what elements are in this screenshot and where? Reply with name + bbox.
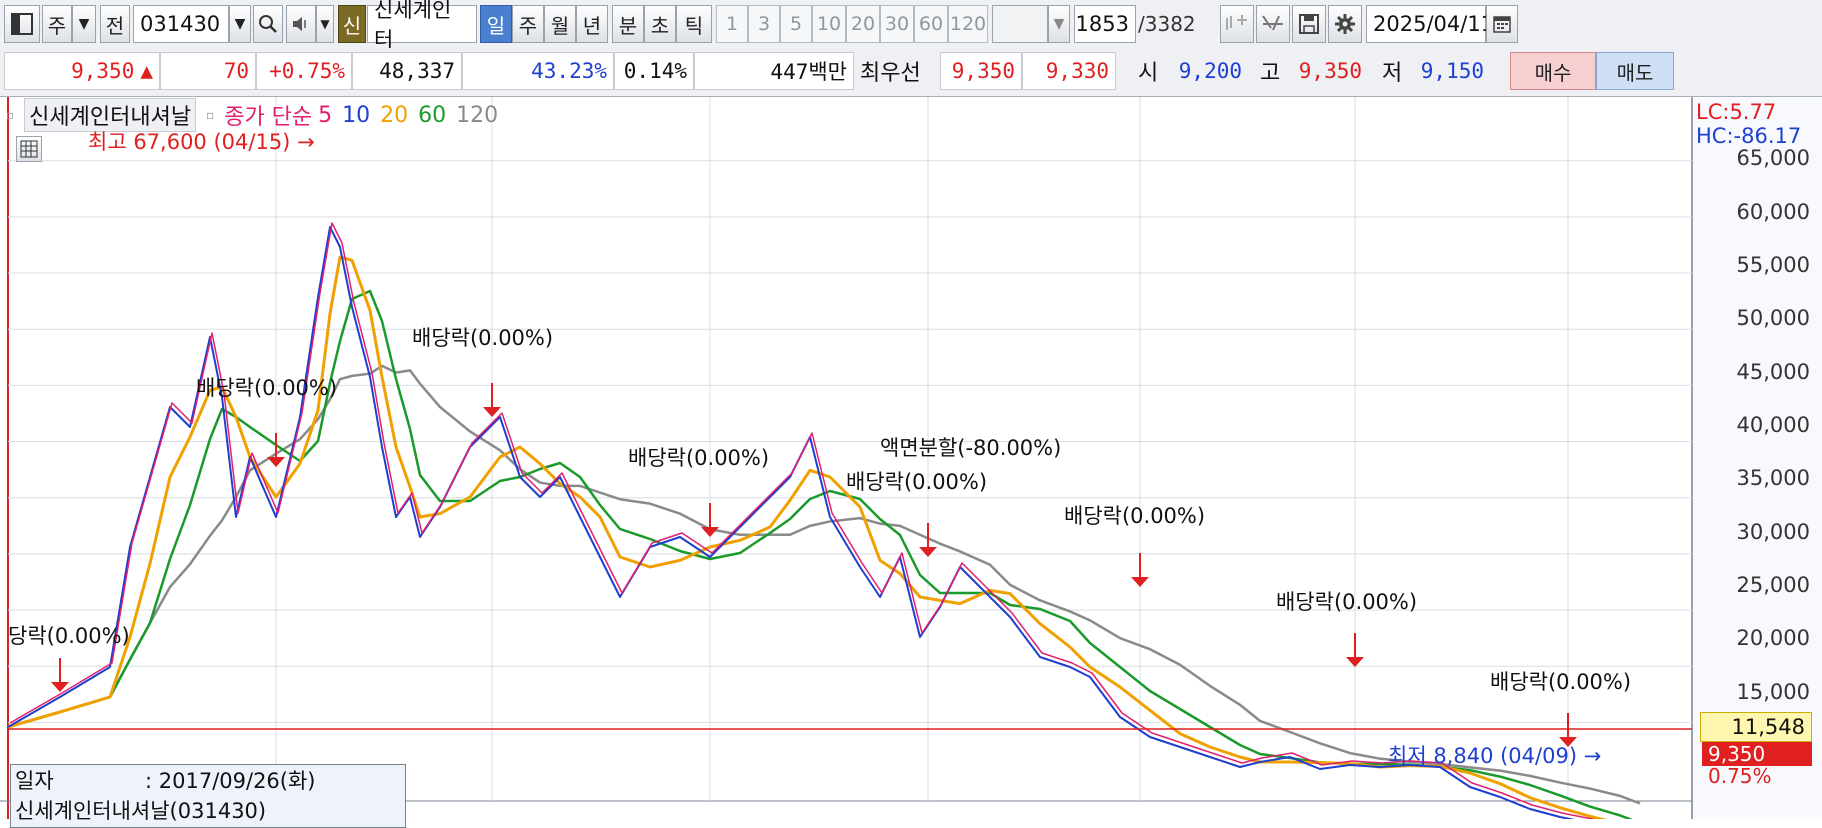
legend-box-icon: ▫ xyxy=(6,108,15,122)
y-tick-label: 40,000 xyxy=(1736,413,1810,437)
gear-icon[interactable] xyxy=(1328,5,1362,43)
period-minute-tab[interactable]: 분 xyxy=(612,5,644,43)
sell-button[interactable]: 매도 xyxy=(1596,52,1674,90)
zoom-in-icon[interactable] xyxy=(1220,5,1254,43)
info-date-value: : 2017/09/26(화) xyxy=(145,769,316,793)
turnover-rate: 0.14% xyxy=(614,52,694,90)
window-layout-icon[interactable] xyxy=(4,5,40,43)
shin-badge[interactable]: 신 xyxy=(338,5,366,43)
toolbar: 주 ▼ 전 031430 ▼ ▼ 신 신세계인터 일 주 월 년 분 초 틱 1… xyxy=(0,0,1822,52)
event-label: 배당락(0.00%) xyxy=(412,326,554,350)
event-label: 배당락(0.00%) xyxy=(1064,504,1206,528)
ask-price: 9,350 xyxy=(940,52,1022,90)
pct-tag: 0.75% xyxy=(1708,764,1772,788)
period-year-tab[interactable]: 년 xyxy=(576,5,608,43)
hc-label: HC:-86.17 xyxy=(1696,124,1802,148)
event-label: 당락(0.00%) xyxy=(8,624,130,648)
y-tick-label: 20,000 xyxy=(1736,626,1810,650)
interval-60[interactable]: 60 xyxy=(914,5,948,43)
market-dropdown-icon[interactable]: ▼ xyxy=(72,5,96,43)
info-date-label: 일자 xyxy=(15,769,54,793)
lc-label: LC:5.77 xyxy=(1696,100,1777,124)
period-month-tab[interactable]: 월 xyxy=(544,5,576,43)
high-price: 9,350 xyxy=(1298,59,1362,83)
period-week-tab[interactable]: 주 xyxy=(512,5,544,43)
y-tick-label: 55,000 xyxy=(1736,253,1810,277)
current-price-value: 9,350 xyxy=(71,59,135,83)
price-tag: 9,350 xyxy=(1702,742,1812,766)
y-tick-label: 35,000 xyxy=(1736,466,1810,490)
y-tick-label: 25,000 xyxy=(1736,573,1810,597)
legend-box-icon-2: ▫ xyxy=(206,108,215,122)
y-tick-label: 60,000 xyxy=(1736,200,1810,224)
event-label: 배당락(0.00%) xyxy=(628,446,770,470)
open-label: 시 xyxy=(1138,61,1159,86)
interval-120[interactable]: 120 xyxy=(948,5,988,43)
legend-ma-20: 20 xyxy=(380,102,409,128)
high-label: 고 xyxy=(1260,61,1281,86)
right-arrow-icon-2: → xyxy=(1583,744,1602,768)
interval-20[interactable]: 20 xyxy=(846,5,880,43)
low-label: 저 xyxy=(1382,61,1403,86)
legend-ma-10: 10 xyxy=(342,102,371,128)
stock-name-field[interactable]: 신세계인터 xyxy=(367,0,477,52)
save-icon[interactable] xyxy=(1292,5,1326,43)
legend-ma-60: 60 xyxy=(418,102,447,128)
market-select[interactable]: 주 xyxy=(42,5,72,43)
search-icon[interactable] xyxy=(253,5,283,43)
y-tick-label: 65,000 xyxy=(1736,146,1810,170)
y-tick-label: 50,000 xyxy=(1736,306,1810,330)
table-icon[interactable] xyxy=(16,136,42,162)
y-tick-label: 45,000 xyxy=(1736,360,1810,384)
speaker-icon[interactable] xyxy=(286,5,316,43)
event-label: 배당락(0.00%) xyxy=(846,470,988,494)
period-day-tab[interactable]: 일 xyxy=(480,5,512,43)
interval-1[interactable]: 1 xyxy=(716,5,748,43)
interval-dropdown-icon[interactable]: ▼ xyxy=(1048,5,1070,43)
current-line-tag: 11,548 xyxy=(1700,712,1812,742)
min-annotation: 최저 8,840 (04/09) → xyxy=(1388,744,1602,768)
period-second-tab[interactable]: 초 xyxy=(644,5,676,43)
max-annotation: 최고 67,600 (04/15) → xyxy=(88,130,315,154)
interval-30[interactable]: 30 xyxy=(880,5,914,43)
y-tick-label: 15,000 xyxy=(1736,680,1810,704)
period-tick-tab[interactable]: 틱 xyxy=(676,5,712,43)
prev-button[interactable]: 전 xyxy=(100,5,130,43)
crosshair-info-box: 일자 : 2017/09/26(화) 신세계인터내셔날(031430) xyxy=(10,764,406,828)
buy-button[interactable]: 매수 xyxy=(1510,52,1596,90)
custom-interval-input[interactable] xyxy=(992,5,1048,43)
interval-5[interactable]: 5 xyxy=(780,5,812,43)
trade-amount: 447백만 xyxy=(694,52,854,90)
right-arrow-icon: → xyxy=(297,130,315,154)
y-tick-label: 30,000 xyxy=(1736,520,1810,544)
calendar-icon[interactable] xyxy=(1486,5,1518,43)
volume: 48,337 xyxy=(352,52,462,90)
count-total: /3382 xyxy=(1138,12,1196,36)
price-change: 70 xyxy=(160,52,256,90)
low-price: 9,150 xyxy=(1420,59,1484,83)
code-dropdown-icon[interactable]: ▼ xyxy=(229,5,251,43)
crosshair-icon[interactable] xyxy=(1256,5,1290,43)
date-input[interactable]: 2025/04/11 xyxy=(1366,5,1494,43)
event-label: 액면분할(-80.00%) xyxy=(880,436,1062,460)
open-price: 9,200 xyxy=(1178,59,1242,83)
interval-10[interactable]: 10 xyxy=(812,5,846,43)
speaker-dropdown-icon[interactable]: ▼ xyxy=(316,5,334,43)
event-label: 배당락(0.00%) xyxy=(1490,670,1632,694)
event-label: 배당락(0.00%) xyxy=(196,376,338,400)
best-quote-label: 최우선 xyxy=(860,61,921,86)
count-current[interactable]: 1853 xyxy=(1074,5,1136,43)
volume-ratio: 43.23% xyxy=(462,52,614,90)
bid-price: 9,330 xyxy=(1022,52,1116,90)
stock-code-input[interactable]: 031430 xyxy=(133,5,229,43)
info-stock: 신세계인터내셔날(031430) xyxy=(15,799,267,823)
legend-ma-5: 5 xyxy=(318,102,333,128)
legend-ma-120: 120 xyxy=(456,102,499,128)
interval-3[interactable]: 3 xyxy=(748,5,780,43)
current-price: 9,350 ▲ xyxy=(4,52,160,90)
event-label: 배당락(0.00%) xyxy=(1276,590,1418,614)
price-change-pct: +0.75% xyxy=(256,52,352,90)
up-arrow-icon: ▲ xyxy=(140,59,153,83)
